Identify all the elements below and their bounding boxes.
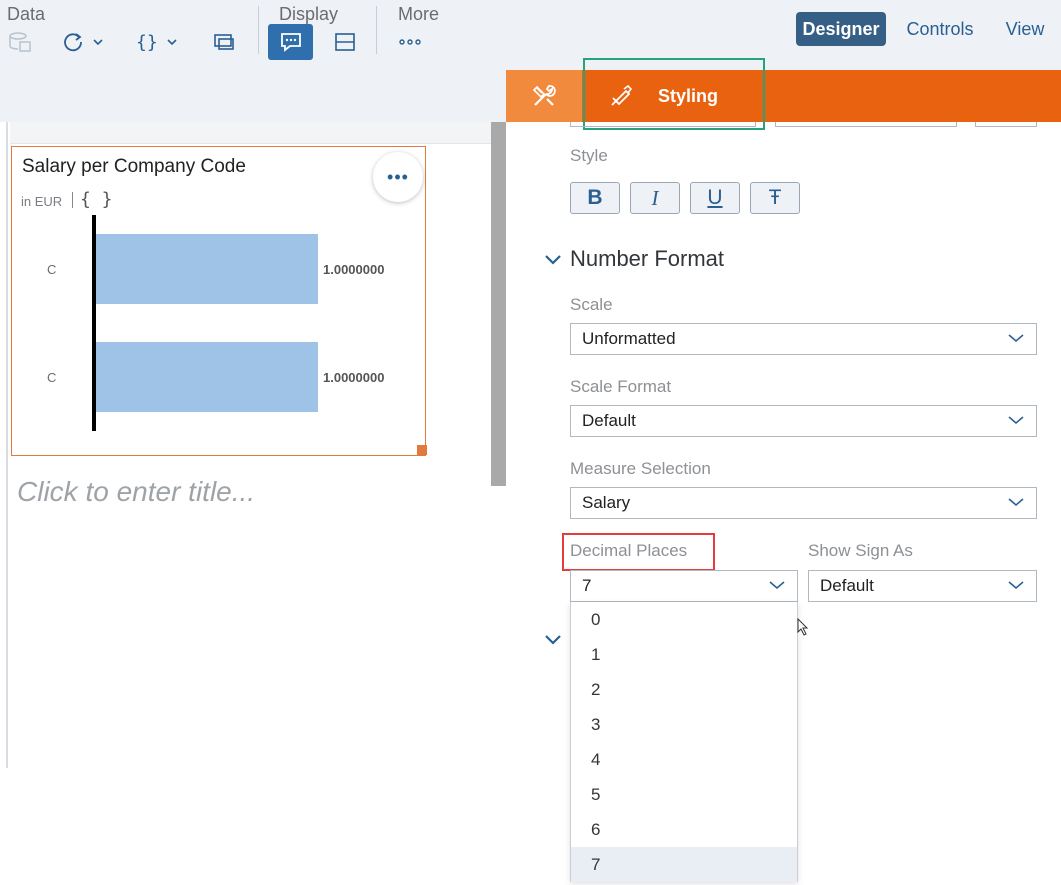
scale-format-label: Scale Format <box>570 377 672 396</box>
toolbar-separator <box>258 6 259 54</box>
dropdown-option-4[interactable]: 4 <box>571 742 797 777</box>
size-field-partial <box>775 122 957 127</box>
dropdown-option-2[interactable]: 2 <box>571 672 797 707</box>
canvas-scrollbar[interactable] <box>491 122 506 486</box>
resize-handle[interactable] <box>417 445 427 455</box>
measure-selection-label: Measure Selection <box>570 459 711 478</box>
group-title-data: Data <box>7 4 46 24</box>
refresh-icon[interactable] <box>60 24 108 60</box>
chevron-down-icon[interactable] <box>544 630 562 651</box>
chart-category-label: C <box>47 262 56 277</box>
chart-category-label: C <box>47 370 56 385</box>
tools-icon <box>532 85 556 106</box>
comment-icon[interactable] <box>268 24 313 60</box>
italic-button[interactable]: I <box>630 182 680 214</box>
controls-button[interactable]: Controls <box>900 12 980 46</box>
chevron-down-icon <box>544 246 570 272</box>
toolbar-separator <box>376 6 377 54</box>
show-sign-as-value: Default <box>820 576 874 595</box>
chart-data-label: 1.0000000 <box>323 370 384 385</box>
decimal-places-value: 7 <box>582 576 592 595</box>
number-format-section[interactable]: Number Format <box>544 246 724 272</box>
strikethrough-button[interactable]: Ŧ <box>750 182 800 214</box>
number-format-title: Number Format <box>570 246 725 271</box>
chevron-down-icon <box>1008 577 1024 593</box>
chart-bar[interactable] <box>95 234 318 304</box>
chevron-down-icon <box>1008 494 1024 510</box>
measure-selection-value: Salary <box>582 493 631 512</box>
underline-button[interactable]: U <box>690 182 740 214</box>
scale-select[interactable]: Unformatted <box>570 323 1037 355</box>
bold-button[interactable]: B <box>570 182 620 214</box>
click-to-enter-title[interactable]: Click to enter title... <box>17 476 255 508</box>
decimal-places-highlight <box>562 533 715 571</box>
more-dots-icon[interactable] <box>394 24 426 60</box>
tab-builder[interactable] <box>506 70 582 122</box>
scale-label: Scale <box>570 295 613 314</box>
dropdown-option-0[interactable]: 0 <box>571 602 797 637</box>
dropdown-option-1[interactable]: 1 <box>571 637 797 672</box>
styling-tab-highlight <box>583 58 765 130</box>
widget-more-button[interactable]: ••• <box>373 152 423 202</box>
chevron-down-icon <box>1008 412 1024 428</box>
canvas-edge <box>6 122 8 768</box>
bar-chart: C 1.0000000 C 1.0000000 <box>47 215 384 431</box>
formula-icon[interactable]: {} <box>134 24 184 60</box>
show-sign-as-select[interactable]: Default <box>808 570 1037 602</box>
dropdown-option-6[interactable]: 6 <box>571 812 797 847</box>
svg-text:{}: {} <box>136 32 158 53</box>
subtitle-divider <box>72 192 73 208</box>
chevron-down-icon <box>769 577 785 593</box>
measure-selection-select[interactable]: Salary <box>570 487 1037 519</box>
chart-data-label: 1.0000000 <box>323 262 384 277</box>
group-title-display: Display <box>279 4 339 24</box>
style-label: Style <box>570 146 608 165</box>
dropdown-option-5[interactable]: 5 <box>571 777 797 812</box>
designer-button[interactable]: Designer <box>796 12 886 46</box>
view-button[interactable]: View <box>996 12 1054 46</box>
scale-format-select[interactable]: Default <box>570 405 1037 437</box>
data-source-icon[interactable] <box>4 24 36 60</box>
chart-widget[interactable]: Salary per Company Code in EUR { } ••• C… <box>11 146 427 456</box>
canvas-header-strip <box>10 122 492 144</box>
scale-value: Unformatted <box>582 329 676 348</box>
chart-bar[interactable] <box>95 342 318 412</box>
dropdown-option-3[interactable]: 3 <box>571 707 797 742</box>
layout-icon[interactable] <box>328 24 362 60</box>
color-field-partial <box>975 122 1037 127</box>
duplicate-icon[interactable] <box>208 24 240 60</box>
group-title-more: More <box>398 4 440 24</box>
mouse-cursor-icon <box>797 617 809 641</box>
decimal-places-dropdown: 0 1 2 3 4 5 6 7 <box>570 602 798 882</box>
font-field-partial <box>570 122 756 127</box>
dropdown-option-7[interactable]: 7 <box>571 847 797 882</box>
chevron-down-icon <box>1008 330 1024 346</box>
show-sign-as-label: Show Sign As <box>808 541 913 560</box>
chart-title: Salary per Company Code <box>22 156 246 177</box>
scale-format-value: Default <box>582 411 636 430</box>
decimal-places-select[interactable]: 7 <box>570 570 798 602</box>
